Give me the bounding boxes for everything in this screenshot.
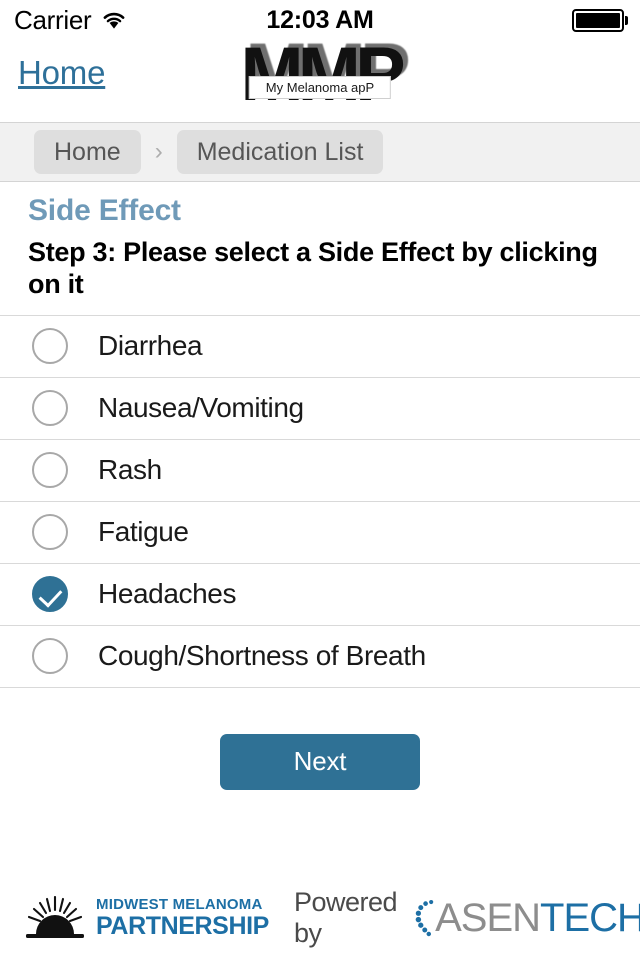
powered-by-asentech: Powered by ASEN TECH — [294, 887, 640, 949]
list-item-label: Fatigue — [98, 516, 189, 548]
midwest-melanoma-partnership-logo: MIDWEST MELANOMA PARTNERSHIP — [24, 896, 269, 940]
powered-by-label: Powered by — [294, 887, 398, 948]
app-logo: MMP MMP My Melanoma apP — [180, 28, 460, 122]
breadcrumb-item-home[interactable]: Home — [34, 130, 141, 174]
radio-icon[interactable] — [32, 328, 68, 365]
list-item[interactable]: Fatigue — [0, 501, 640, 564]
list-item[interactable]: Cough/Shortness of Breath — [0, 625, 640, 688]
partner-logo-line2: PARTNERSHIP — [96, 912, 269, 940]
battery-icon — [572, 8, 628, 32]
logo-front-text: MMP — [240, 32, 405, 117]
list-item[interactable]: Nausea/Vomiting — [0, 377, 640, 440]
list-item-label: Cough/Shortness of Breath — [98, 640, 426, 672]
side-effect-option-list: Diarrhea Nausea/Vomiting Rash Fatigue He… — [0, 314, 640, 688]
list-item[interactable]: Rash — [0, 439, 640, 502]
step-instruction: Step 3: Please select a Side Effect by c… — [28, 237, 598, 299]
asentech-name-part1: ASEN — [435, 895, 541, 940]
breadcrumb-item-medication-list[interactable]: Medication List — [176, 130, 384, 174]
list-item[interactable]: Headaches — [0, 563, 640, 626]
sunrise-icon — [26, 896, 84, 938]
next-button[interactable]: Next — [220, 733, 420, 790]
radio-icon[interactable] — [32, 638, 68, 675]
logo-tagline: My Melanoma apP — [248, 76, 392, 99]
list-item-label: Rash — [98, 454, 162, 486]
partner-logo-text: MIDWEST MELANOMA PARTNERSHIP — [96, 897, 269, 939]
list-item-label: Nausea/Vomiting — [98, 392, 304, 424]
radio-icon[interactable] — [32, 514, 68, 551]
chevron-right-icon: › — [154, 138, 163, 165]
footer: MIDWEST MELANOMA PARTNERSHIP Powered by … — [0, 876, 640, 960]
section-header: Side Effect Step 3: Please select a Side… — [0, 182, 640, 301]
home-nav-link[interactable]: Home — [18, 54, 105, 92]
list-item-label: Diarrhea — [98, 330, 203, 362]
partner-logo-line1: MIDWEST MELANOMA — [96, 896, 263, 913]
list-item-label: Headaches — [98, 578, 237, 610]
status-bar-right — [572, 0, 628, 40]
app-screen: Carrier 12:03 AM Home MMP MMP My Melanom… — [0, 0, 640, 960]
breadcrumb: Home › Medication List — [0, 122, 640, 182]
radio-icon[interactable] — [32, 390, 68, 427]
radio-icon[interactable] — [32, 452, 68, 489]
app-header: Home MMP MMP My Melanoma apP — [0, 28, 640, 122]
list-item[interactable]: Diarrhea — [0, 315, 640, 378]
radio-checked-icon[interactable] — [32, 576, 68, 613]
asentech-name-part2: TECH — [540, 895, 640, 940]
section-title: Side Effect — [28, 194, 181, 227]
action-row: Next — [0, 688, 640, 790]
